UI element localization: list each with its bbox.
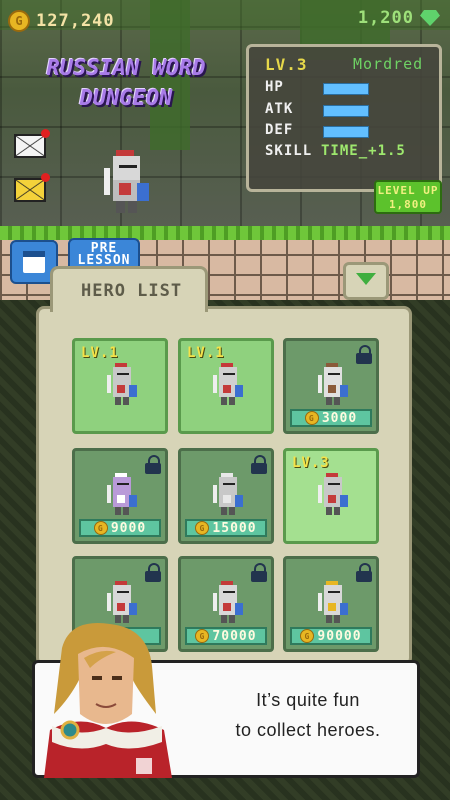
lock-icon [251, 455, 267, 474]
atk-label: ATK [265, 101, 294, 117]
def-label: DEF [265, 122, 294, 138]
hero-sprite [213, 473, 243, 515]
coin-icon: G [195, 629, 210, 643]
hero-card-price-value: 90000 [317, 628, 362, 644]
hero-sprite [213, 363, 243, 405]
dialog-text: It’s quite fun to collect heroes. [203, 685, 413, 745]
hero-card-price[interactable]: G 90000 [290, 627, 372, 645]
game-title-line1: RUSSIAN WORD [46, 56, 206, 81]
lock-icon [251, 563, 267, 582]
gem-amount: 1,200 [357, 8, 414, 28]
coin-icon: G [93, 521, 108, 535]
tab-hero-list-label: HERO LIST [81, 281, 183, 301]
hero-card[interactable]: G 3000 [283, 338, 379, 434]
def-bar [323, 126, 369, 138]
game-title: RUSSIAN WORD DUNGEON [36, 54, 216, 114]
guide-portrait [44, 623, 172, 778]
hero-card[interactable]: LV.1 [178, 338, 274, 434]
hero-card[interactable]: G 15000 [178, 448, 274, 544]
hero-card-price[interactable]: G 15000 [185, 519, 267, 537]
level-up-cost: 1,800 [388, 198, 428, 211]
hero-card-price-value: 3000 [321, 410, 358, 426]
hero-sprite [318, 473, 348, 515]
mail-icon[interactable] [14, 129, 50, 158]
notification-dot [41, 129, 50, 138]
dropdown-toggle-button[interactable] [343, 262, 389, 300]
hero-card[interactable]: G 70000 [178, 556, 274, 652]
level-up-button[interactable]: LEVEL UP 1,800 [374, 180, 442, 214]
hero-card-price[interactable]: G 70000 [185, 627, 267, 645]
hero-card-price-value: 70000 [212, 628, 257, 644]
skill-value: TIME_+1.5 [321, 143, 406, 159]
gift-mail-icon[interactable] [14, 173, 50, 202]
hero-level: LV.3 [265, 55, 308, 74]
hero-card[interactable]: G 9000 [72, 448, 168, 544]
tab-hero-list[interactable]: HERO LIST [50, 266, 208, 312]
gold-counter: G 127,240 [8, 8, 115, 34]
hero-card-level: LV.3 [292, 455, 330, 471]
dialog-line1: It’s quite fun [256, 690, 360, 710]
selected-hero-sprite[interactable] [104, 150, 152, 216]
hero-sprite [213, 581, 243, 623]
notification-dot [41, 173, 50, 182]
skill-label: SKILL [265, 143, 313, 159]
hero-card[interactable]: LV.3 [283, 448, 379, 544]
hero-sprite [318, 363, 348, 405]
hero-card[interactable]: G 90000 [283, 556, 379, 652]
lock-icon [356, 563, 372, 582]
coin-icon: G [304, 411, 319, 425]
hp-label: HP [265, 79, 284, 95]
coin-icon: G [195, 521, 210, 535]
hero-sprite [107, 363, 137, 405]
lock-icon [145, 563, 161, 582]
hp-bar [323, 83, 369, 95]
hero-stats-panel: LV.3 Mordred HP ATK DEF SKILL TIME_+1.5 [246, 44, 442, 192]
hero-card[interactable]: LV.1 [72, 338, 168, 434]
hero-card-price-value: 15000 [212, 520, 257, 536]
hero-card-price[interactable]: G 3000 [290, 409, 372, 427]
hero-card-level: LV.1 [187, 345, 225, 361]
gem-counter: 1,200 [358, 8, 440, 28]
gem-icon [420, 10, 440, 26]
level-up-label: LEVEL UP [377, 184, 439, 197]
game-title-line2: DUNGEON [79, 86, 173, 111]
dialog-line2: to collect heroes. [235, 720, 381, 740]
hero-sprite [318, 581, 348, 623]
pre-lesson-button[interactable]: PRE LESSON [68, 238, 140, 268]
hero-card-price[interactable]: G 9000 [79, 519, 161, 537]
calendar-icon [23, 251, 45, 273]
hero-card-level: LV.1 [81, 345, 119, 361]
lock-icon [356, 345, 372, 364]
coin-icon: G [300, 629, 315, 643]
hero-name: Mordred [353, 55, 424, 73]
lock-icon [145, 455, 161, 474]
hero-sprite [107, 473, 137, 515]
hero-card-price-value: 9000 [110, 520, 147, 536]
coin-icon: G [8, 10, 30, 32]
gold-amount: 127,240 [36, 11, 115, 31]
grass-strip [0, 226, 450, 240]
atk-bar [323, 105, 369, 117]
